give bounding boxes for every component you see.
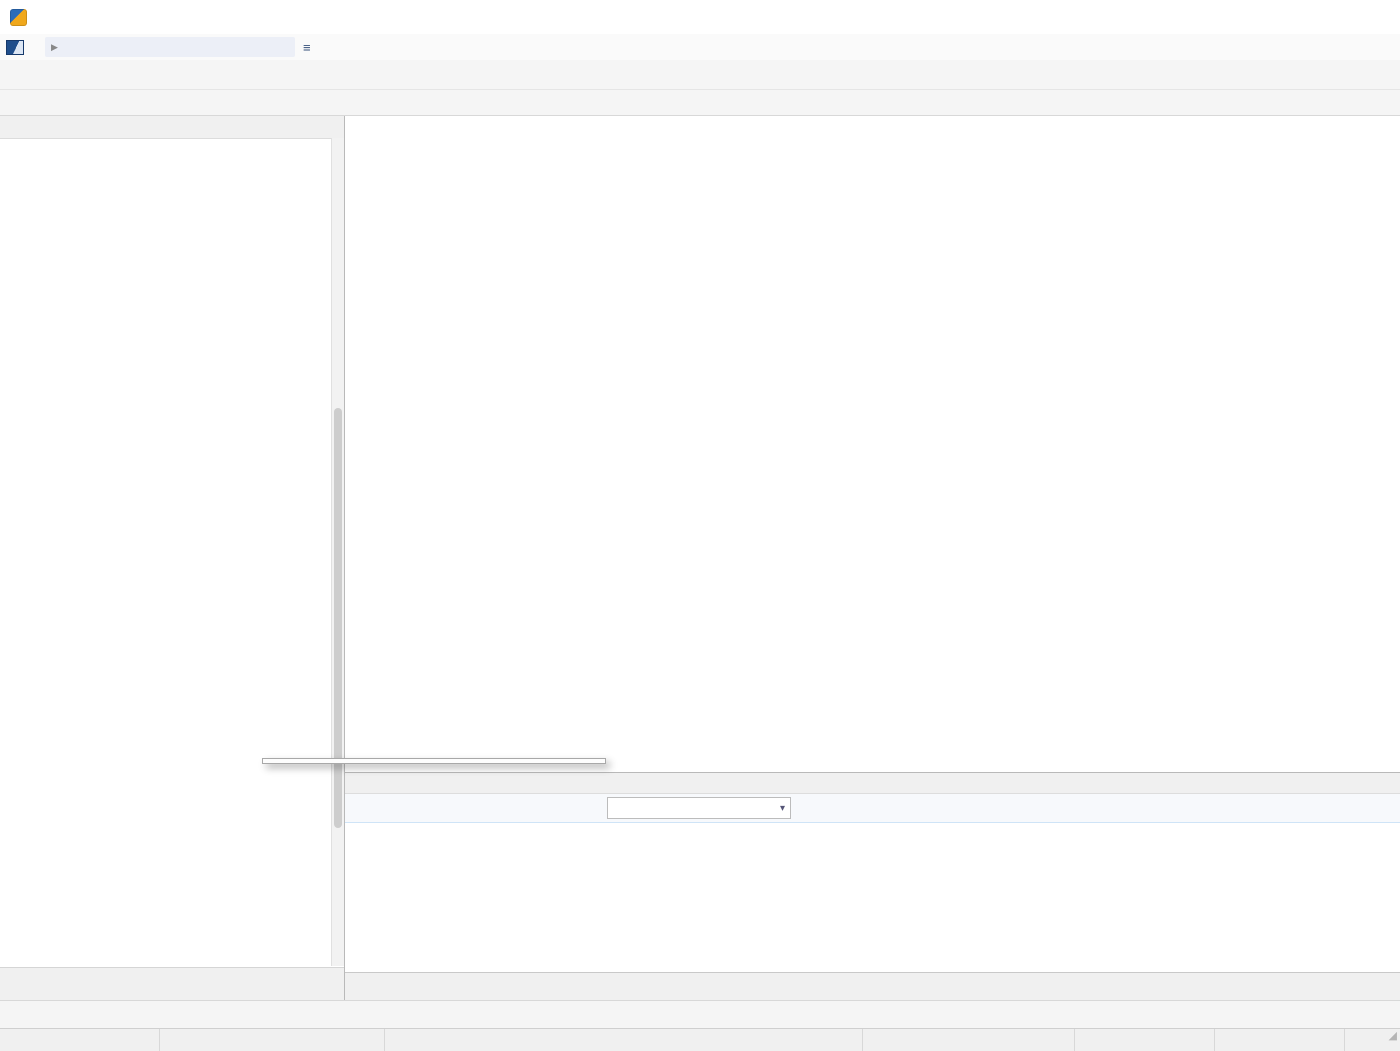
- title-bar: [0, 0, 1400, 35]
- objects-combo[interactable]: ▾: [607, 797, 791, 819]
- search-input[interactable]: ▶: [45, 37, 295, 57]
- status-segment: [0, 1029, 160, 1051]
- model-canvas[interactable]: [345, 116, 1400, 772]
- status-cs: [385, 1029, 863, 1051]
- main-toolbar: [0, 60, 1400, 90]
- rfem-logo-icon: [6, 40, 24, 55]
- navigator-tree: [0, 138, 332, 966]
- navigator-scrollbar[interactable]: [331, 138, 344, 966]
- tables-toolbar: ▾: [345, 794, 1400, 823]
- data-navigator-panel: [0, 116, 345, 1000]
- resize-grip[interactable]: ◢: [1389, 1029, 1400, 1051]
- insert-toolbar: [0, 90, 1400, 116]
- table-tabs: [345, 972, 1400, 1001]
- workspace: ▾: [345, 116, 1400, 1000]
- context-menu: [262, 758, 606, 764]
- status-segment: [160, 1029, 385, 1051]
- bottom-toolbar: [0, 1000, 1400, 1028]
- status-bar: ◢: [0, 1028, 1400, 1051]
- scrollbar-thumb[interactable]: [334, 408, 342, 828]
- app-icon: [10, 9, 27, 26]
- status-segment: [1215, 1029, 1345, 1051]
- chevron-down-icon[interactable]: ▾: [780, 803, 785, 814]
- status-plane: [1075, 1029, 1215, 1051]
- model-scene[interactable]: [345, 116, 1400, 772]
- navigator-header: [0, 116, 344, 139]
- search-expand-icon[interactable]: ▶: [51, 42, 58, 53]
- menu-bar: ▶ ≡: [0, 34, 1400, 61]
- tables-panel: ▾: [345, 772, 1400, 972]
- status-segment: [863, 1029, 1075, 1051]
- search-options-icon[interactable]: ≡: [303, 40, 311, 55]
- navigator-footer-tabs: [0, 967, 344, 1000]
- tables-panel-titlebar: [345, 773, 1400, 794]
- rfem-application-window: ▶ ≡ ▾: [0, 0, 1400, 1050]
